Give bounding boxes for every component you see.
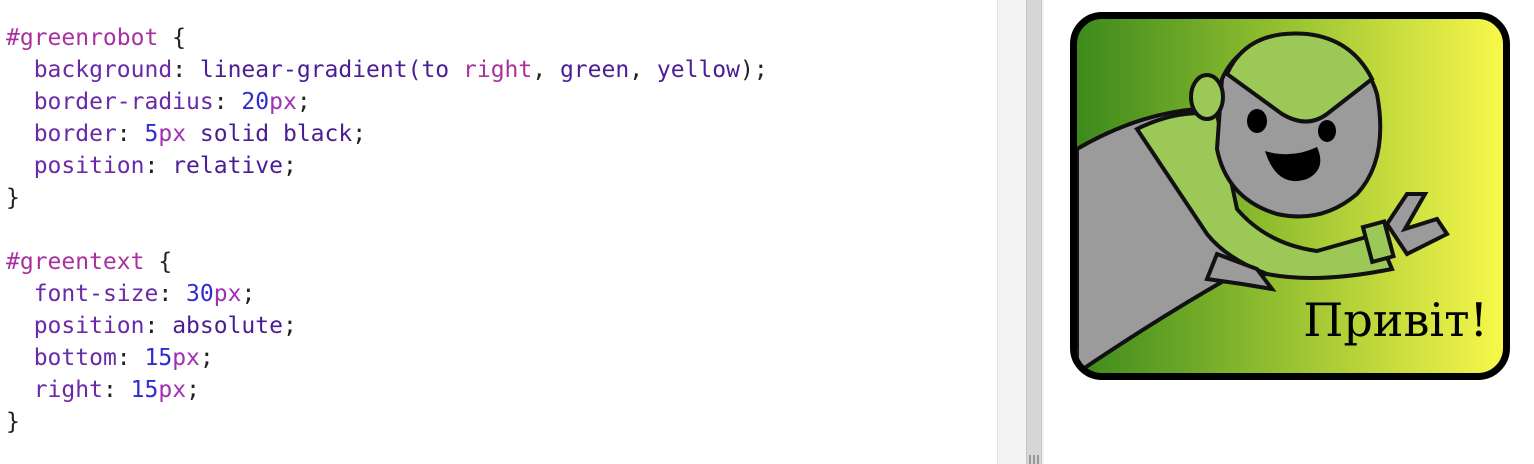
code-punctuation: : bbox=[172, 57, 200, 83]
css-value-token: ; bbox=[352, 121, 367, 147]
css-value-token: ; bbox=[296, 89, 311, 115]
css-value-token: ; bbox=[282, 313, 297, 339]
css-property: position bbox=[33, 313, 145, 339]
robot-ear bbox=[1189, 73, 1225, 121]
greenrobot-card: Привіт! bbox=[1070, 12, 1510, 380]
css-value-token: , bbox=[532, 57, 560, 83]
code-line[interactable]: position: relative; bbox=[6, 150, 768, 182]
code-punctuation: : bbox=[116, 345, 145, 371]
css-value-token: ; bbox=[186, 377, 200, 403]
preview-pane: Привіт! bbox=[1044, 0, 1534, 464]
code-punctuation: } bbox=[6, 185, 20, 211]
scrollbar-track[interactable] bbox=[1026, 0, 1042, 464]
css-value-token: green bbox=[559, 57, 630, 83]
code-line[interactable]: font-size: 30px; bbox=[6, 278, 768, 310]
code-punctuation: : bbox=[158, 281, 187, 307]
css-value-token: linear-gradient(to bbox=[199, 57, 463, 83]
robot-eye-left bbox=[1247, 109, 1267, 133]
code-line[interactable]: #greentext { bbox=[6, 246, 768, 278]
code-punctuation: } bbox=[6, 409, 20, 435]
css-value-token: px bbox=[213, 281, 242, 307]
css-property: background bbox=[33, 57, 173, 83]
code-punctuation: { bbox=[158, 25, 187, 51]
css-property: position bbox=[33, 153, 145, 179]
css-value-token: px bbox=[158, 121, 187, 147]
code-punctuation: : bbox=[144, 153, 173, 179]
resize-grip-icon[interactable] bbox=[1029, 455, 1039, 464]
css-property: border-radius bbox=[33, 89, 214, 115]
code-editor[interactable]: #greenrobot { background: linear-gradien… bbox=[0, 0, 997, 464]
code-line[interactable]: border: 5px solid black; bbox=[6, 118, 768, 150]
splitter-edge bbox=[997, 0, 998, 464]
css-value-token: 5 bbox=[144, 121, 159, 147]
code-content[interactable]: #greenrobot { background: linear-gradien… bbox=[6, 22, 768, 438]
css-property: font-size bbox=[33, 281, 159, 307]
code-line[interactable]: } bbox=[6, 406, 768, 438]
css-value-token: 30 bbox=[186, 281, 214, 307]
css-value-token: 15 bbox=[144, 345, 173, 371]
css-selector: #greentext bbox=[6, 249, 145, 275]
css-property: right bbox=[33, 377, 103, 403]
css-selector: #greenrobot bbox=[6, 25, 159, 51]
css-value-token: , bbox=[629, 57, 657, 83]
css-value-token: 15 bbox=[130, 377, 159, 403]
pane-splitter[interactable] bbox=[997, 0, 1044, 464]
css-value-token: ; bbox=[199, 345, 214, 371]
css-value-token: px bbox=[269, 89, 297, 115]
css-value-token: yellow bbox=[656, 57, 740, 83]
code-punctuation: : bbox=[102, 377, 131, 403]
css-value-token: ; bbox=[282, 153, 297, 179]
code-line[interactable] bbox=[6, 214, 768, 246]
css-value-token: absolute bbox=[172, 313, 283, 339]
css-value-token: relative bbox=[172, 153, 283, 179]
code-punctuation: : bbox=[116, 121, 145, 147]
code-line[interactable]: } bbox=[6, 182, 768, 214]
robot-claw bbox=[1384, 192, 1450, 257]
css-value-token: ); bbox=[740, 57, 768, 83]
code-line[interactable]: position: absolute; bbox=[6, 310, 768, 342]
code-punctuation: : bbox=[213, 89, 242, 115]
css-value-token: 20 bbox=[241, 89, 270, 115]
css-value-token: right bbox=[463, 57, 533, 83]
greentext: Привіт! bbox=[1303, 293, 1488, 347]
code-line[interactable]: right: 15px; bbox=[6, 374, 768, 406]
css-value-token: px bbox=[158, 377, 187, 403]
css-property: bottom bbox=[33, 345, 117, 371]
code-punctuation: { bbox=[144, 249, 173, 275]
code-line[interactable]: background: linear-gradient(to right, gr… bbox=[6, 54, 768, 86]
css-value-token: ; bbox=[241, 281, 256, 307]
code-line[interactable]: bottom: 15px; bbox=[6, 342, 768, 374]
code-line[interactable]: #greenrobot { bbox=[6, 22, 768, 54]
robot-eye-right bbox=[1318, 120, 1336, 142]
css-value-token: solid black bbox=[186, 121, 353, 147]
code-line[interactable]: border-radius: 20px; bbox=[6, 86, 768, 118]
css-value-token: px bbox=[172, 345, 200, 371]
css-property: border bbox=[33, 121, 117, 147]
code-punctuation: : bbox=[144, 313, 173, 339]
